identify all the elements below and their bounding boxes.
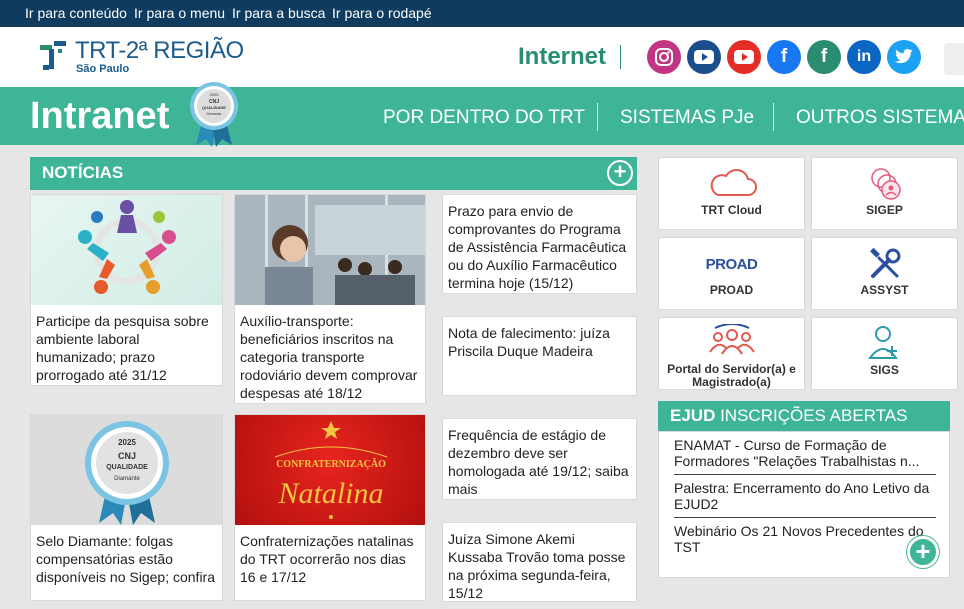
medal-level: Diamante xyxy=(207,112,222,116)
skip-to-menu-link[interactable]: Ir para o menu xyxy=(134,5,225,21)
quality-seal-badge-icon: 2025 CNJ QUALIDADE Diamante xyxy=(85,421,169,525)
news-text-card[interactable]: Frequência de estágio de dezembro deve s… xyxy=(442,418,637,500)
ejud-divider xyxy=(674,517,936,518)
cloud-icon xyxy=(710,169,757,196)
ejud-heading-rest: INSCRIÇÕES ABERTAS xyxy=(715,406,908,425)
svg-text:2025: 2025 xyxy=(118,438,136,447)
tools-icon xyxy=(869,247,900,278)
system-label: ASSYST xyxy=(860,283,909,297)
news-image: 2025 CNJ QUALIDADE Diamante xyxy=(31,415,222,525)
christmas-banner-icon: CONFRATERNIZAÇÃO Natalina xyxy=(274,421,388,519)
system-label: PROAD xyxy=(709,283,754,297)
ejud-list-item[interactable]: ENAMAT - Curso de Formação de Formadores… xyxy=(674,437,936,469)
nav-sistemas-pje[interactable]: SISTEMAS PJe xyxy=(620,107,754,129)
system-assyst[interactable]: ASSYST xyxy=(811,237,958,310)
proad-logo: PROAD xyxy=(705,256,758,273)
news-image xyxy=(235,195,425,305)
system-sigep[interactable]: SIGEP xyxy=(811,157,958,230)
news-card[interactable]: 2025 CNJ QUALIDADE Diamante Selo Diamant… xyxy=(30,414,223,601)
svg-text:Natalina: Natalina xyxy=(277,477,383,510)
skip-to-search-link[interactable]: Ir para a busca xyxy=(232,5,325,21)
system-label: SIGEP xyxy=(866,203,903,217)
news-card-text[interactable]: Participe da pesquisa sobre ambiente lab… xyxy=(36,312,218,384)
system-portal-servidor[interactable]: Portal do Servidor(a) e Magistrado(a) xyxy=(658,317,805,390)
system-label: SIGS xyxy=(870,363,899,377)
skip-to-footer-link[interactable]: Ir para o rodapé xyxy=(332,5,432,21)
facebook-icon[interactable]: f xyxy=(767,40,801,74)
news-heading: NOTÍCIAS xyxy=(42,163,124,182)
svg-text:QUALIDADE: QUALIDADE xyxy=(106,464,148,471)
nav-divider xyxy=(773,103,774,131)
site-header: TRT-2ª REGIÃO São Paulo Internet f f in xyxy=(0,27,964,87)
ejud-header[interactable]: EJUD INSCRIÇÕES ABERTAS xyxy=(658,401,950,431)
skip-to-content-link[interactable]: Ir para conteúdo xyxy=(25,5,127,21)
train-passengers-photo-icon xyxy=(235,195,425,305)
intranet-title[interactable]: Intranet xyxy=(30,95,169,138)
more-ejud-plus-icon[interactable]: + xyxy=(907,536,939,568)
more-news-plus-icon[interactable]: + xyxy=(607,160,633,186)
system-sigs[interactable]: SIGS xyxy=(811,317,958,390)
youtube-icon[interactable] xyxy=(687,40,721,74)
people-circle-icon xyxy=(870,168,901,200)
ejud-list-item[interactable]: Webinário Os 21 Novos Precedentes do TST xyxy=(674,523,924,555)
logo-subtitle: São Paulo xyxy=(76,63,130,75)
quality-seal-badge: 2025 CNJ QUALIDADE Diamante xyxy=(190,82,238,147)
medal-year: 2025 xyxy=(210,92,220,97)
linkedin-icon[interactable]: in xyxy=(847,40,881,74)
skip-links-bar: Ir para conteúdo Ir para o menu Ir para … xyxy=(0,0,964,27)
twitter-icon[interactable] xyxy=(887,40,921,74)
svg-text:Diamante: Diamante xyxy=(114,476,140,482)
svg-text:CONFRATERNIZAÇÃO: CONFRATERNIZAÇÃO xyxy=(276,458,386,470)
news-card[interactable]: Participe da pesquisa sobre ambiente lab… xyxy=(30,194,223,386)
system-trt-cloud[interactable]: TRT Cloud xyxy=(658,157,805,230)
search-box[interactable] xyxy=(944,43,964,75)
system-label: Portal do Servidor(a) e Magistrado(a) xyxy=(667,362,796,389)
logo-title[interactable]: TRT-2ª REGIÃO xyxy=(75,37,244,65)
nav-outros-sistemas[interactable]: OUTROS SISTEMAS xyxy=(796,107,964,129)
news-card[interactable]: Auxílio-transporte: beneficiários inscri… xyxy=(234,194,426,404)
ejud-heading-bold: EJUD xyxy=(670,406,716,425)
header-divider xyxy=(620,45,621,69)
ejud-list-item[interactable]: Palestra: Encerramento do Ano Letivo da … xyxy=(674,480,936,512)
news-card-text[interactable]: Selo Diamante: folgas compensatórias est… xyxy=(36,532,218,586)
nav-divider xyxy=(597,103,598,131)
facebook-icon[interactable]: f xyxy=(807,40,841,74)
news-card-text[interactable]: Auxílio-transporte: beneficiários inscri… xyxy=(240,312,421,402)
health-user-icon xyxy=(867,326,898,359)
news-text-card[interactable]: Prazo para envio de comprovantes do Prog… xyxy=(442,194,637,294)
news-text-card[interactable]: Juíza Simone Akemi Kussaba Trovão toma p… xyxy=(442,522,637,602)
news-image xyxy=(31,195,222,305)
svg-text:CNJ: CNJ xyxy=(118,451,136,461)
system-proad[interactable]: PROAD PROAD xyxy=(658,237,805,310)
main-nav: Intranet 2025 CNJ QUALIDADE Diamante POR… xyxy=(0,82,964,147)
news-card[interactable]: CONFRATERNIZAÇÃO Natalina Confraternizaç… xyxy=(234,414,426,601)
news-text-card[interactable]: Nota de falecimento: juíza Priscila Duqu… xyxy=(442,316,637,396)
instagram-icon[interactable] xyxy=(647,40,681,74)
people-circle-illustration-icon xyxy=(78,200,176,294)
news-card-text[interactable]: Confraternizações natalinas do TRT ocorr… xyxy=(240,532,421,586)
nav-por-dentro-do-trt[interactable]: POR DENTRO DO TRT xyxy=(383,107,585,129)
group-icon xyxy=(708,324,755,355)
news-section-header: NOTÍCIAS + xyxy=(30,157,637,190)
ejud-divider xyxy=(674,474,936,475)
internet-link[interactable]: Internet xyxy=(518,43,606,71)
system-label: TRT Cloud xyxy=(701,203,762,217)
news-image: CONFRATERNIZAÇÃO Natalina xyxy=(235,415,425,525)
trt-logo-icon[interactable] xyxy=(40,39,70,75)
medal-quality: QUALIDADE xyxy=(202,105,226,110)
youtube-icon[interactable] xyxy=(727,40,761,74)
ejud-list: ENAMAT - Curso de Formação de Formadores… xyxy=(658,431,950,578)
